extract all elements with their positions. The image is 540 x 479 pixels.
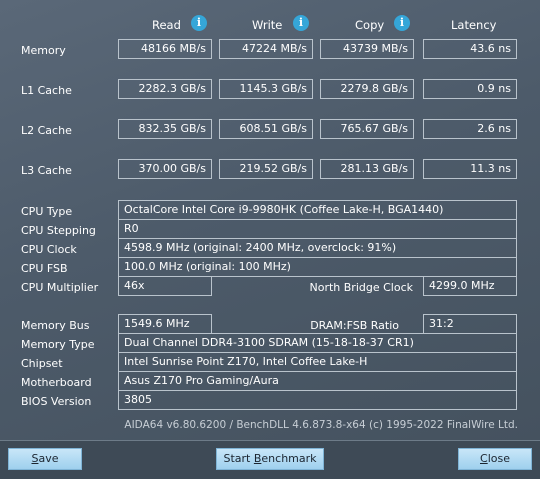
north-bridge-clock-value: 4299.0 MHz xyxy=(423,276,517,296)
row-label-l3-cache: L3 Cache xyxy=(21,164,72,177)
bios-version-value: 3805 xyxy=(118,390,517,410)
memory-latency-value: 43.6 ns xyxy=(423,39,517,59)
header-latency: Latency xyxy=(451,18,497,32)
l2-read-value: 832.35 GB/s xyxy=(118,119,212,139)
l2-latency-value: 2.6 ns xyxy=(423,119,517,139)
dram-fsb-ratio-label: DRAM:FSB Ratio xyxy=(310,319,399,332)
l1-read-value: 2282.3 GB/s xyxy=(118,79,212,99)
start-benchmark-label-pre: Start xyxy=(223,452,254,465)
memory-write-value: 47224 MB/s xyxy=(219,39,313,59)
header-copy: Copy xyxy=(355,18,385,32)
memory-type-label: Memory Type xyxy=(21,338,95,351)
save-button[interactable]: Save xyxy=(8,448,82,470)
motherboard-label: Motherboard xyxy=(21,376,92,389)
cpu-clock-value: 4598.9 MHz (original: 2400 MHz, overcloc… xyxy=(118,238,517,258)
close-button-label: lose xyxy=(487,452,510,465)
cpu-multiplier-label: CPU Multiplier xyxy=(21,281,99,294)
l1-copy-value: 2279.8 GB/s xyxy=(320,79,414,99)
cpu-fsb-label: CPU FSB xyxy=(21,262,68,275)
info-icon[interactable]: i xyxy=(191,15,207,31)
memory-bus-label: Memory Bus xyxy=(21,319,90,332)
close-button-mnemonic: C xyxy=(480,452,488,465)
memory-read-value: 48166 MB/s xyxy=(118,39,212,59)
l2-write-value: 608.51 GB/s xyxy=(219,119,313,139)
cpu-stepping-value: R0 xyxy=(118,219,517,239)
copyright-text: AIDA64 v6.80.6200 / BenchDLL 4.6.873.8-x… xyxy=(124,419,518,431)
l3-copy-value: 281.13 GB/s xyxy=(320,159,414,179)
chipset-value: Intel Sunrise Point Z170, Intel Coffee L… xyxy=(118,352,517,372)
north-bridge-clock-label: North Bridge Clock xyxy=(309,281,413,294)
save-button-label: ave xyxy=(38,452,59,465)
cpu-stepping-label: CPU Stepping xyxy=(21,224,96,237)
l3-latency-value: 11.3 ns xyxy=(423,159,517,179)
close-button[interactable]: Close xyxy=(458,448,532,470)
l3-read-value: 370.00 GB/s xyxy=(118,159,212,179)
memory-type-value: Dual Channel DDR4-3100 SDRAM (15-18-18-3… xyxy=(118,333,517,353)
benchmark-panel: Read i Write i Copy i Latency Memory 481… xyxy=(0,0,540,440)
cpu-fsb-value: 100.0 MHz (original: 100 MHz) xyxy=(118,257,517,277)
info-icon[interactable]: i xyxy=(293,15,309,31)
info-icon[interactable]: i xyxy=(394,15,410,31)
row-label-l1-cache: L1 Cache xyxy=(21,84,72,97)
header-write: Write xyxy=(252,18,283,32)
chipset-label: Chipset xyxy=(21,357,63,370)
l3-write-value: 219.52 GB/s xyxy=(219,159,313,179)
bios-version-label: BIOS Version xyxy=(21,395,92,408)
header-read: Read xyxy=(152,18,181,32)
dram-fsb-ratio-value: 31:2 xyxy=(423,314,517,334)
cpu-multiplier-value: 46x xyxy=(118,276,212,296)
start-benchmark-button[interactable]: Start Benchmark xyxy=(216,448,324,470)
cpu-type-label: CPU Type xyxy=(21,205,73,218)
memory-bus-value: 1549.6 MHz xyxy=(118,314,212,334)
l1-latency-value: 0.9 ns xyxy=(423,79,517,99)
cpu-clock-label: CPU Clock xyxy=(21,243,77,256)
start-benchmark-label-post: enchmark xyxy=(261,452,317,465)
memory-copy-value: 43739 MB/s xyxy=(320,39,414,59)
row-label-l2-cache: L2 Cache xyxy=(21,124,72,137)
l2-copy-value: 765.67 GB/s xyxy=(320,119,414,139)
cpu-type-value: OctalCore Intel Core i9-9980HK (Coffee L… xyxy=(118,200,517,220)
row-label-memory: Memory xyxy=(21,44,66,57)
motherboard-value: Asus Z170 Pro Gaming/Aura xyxy=(118,371,517,391)
l1-write-value: 1145.3 GB/s xyxy=(219,79,313,99)
